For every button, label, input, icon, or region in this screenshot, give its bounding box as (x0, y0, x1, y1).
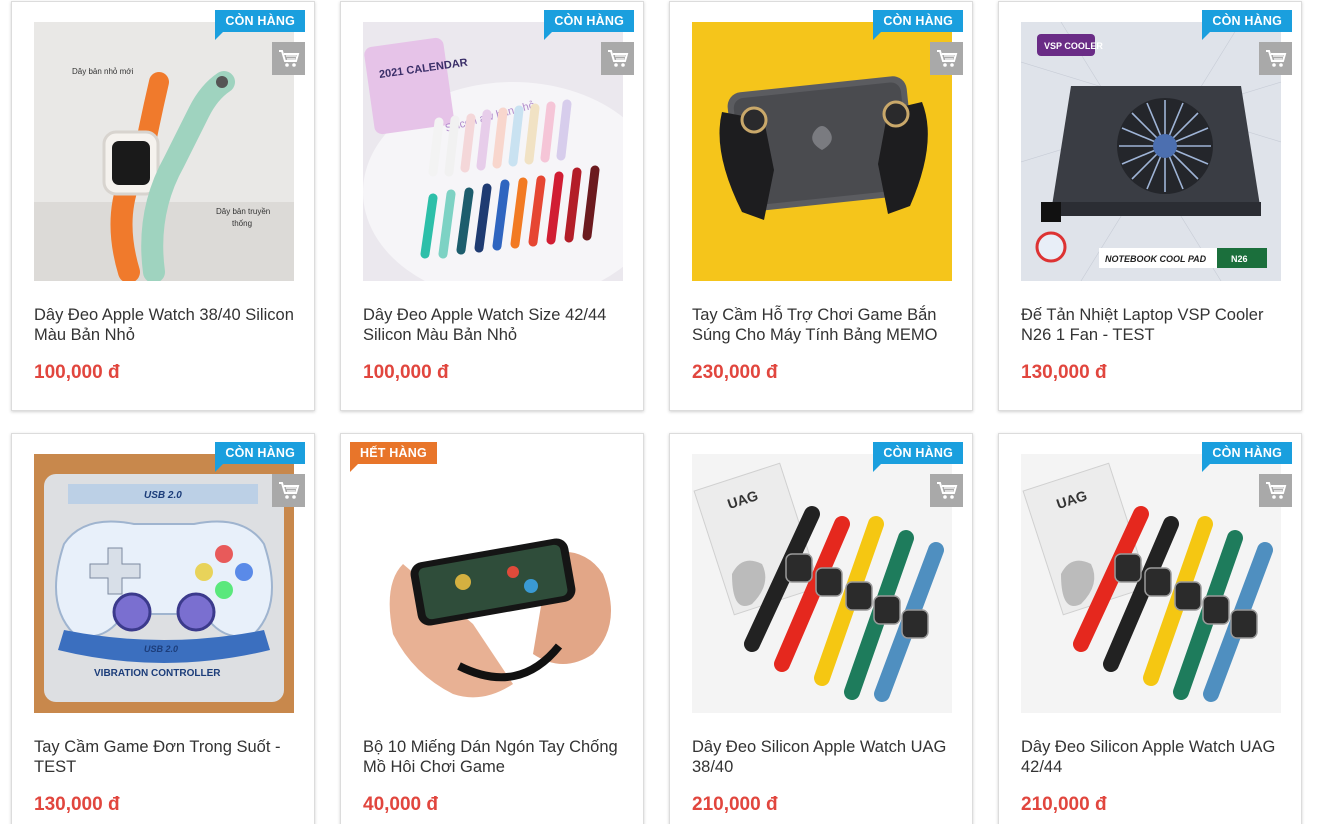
product-card[interactable]: CÒN HÀNG Dây bản nhỏ mới Dây bản truyền … (11, 1, 315, 411)
product-name[interactable]: Dây Đeo Silicon Apple Watch UAG 38/40 (692, 737, 954, 777)
stock-badge: CÒN HÀNG (1202, 442, 1292, 472)
product-image[interactable] (692, 22, 952, 281)
product-name[interactable]: Bộ 10 Miếng Dán Ngón Tay Chống Mồ Hôi Ch… (363, 737, 625, 777)
shopping-cart-icon (278, 49, 299, 67)
shopping-cart-icon (936, 481, 957, 499)
shopping-cart-icon (607, 49, 628, 67)
shopping-cart-icon (1265, 49, 1286, 67)
product-price: 210,000 đ (1021, 794, 1107, 815)
svg-text:USB 2.0: USB 2.0 (144, 490, 182, 501)
add-to-cart-button[interactable] (1259, 42, 1292, 75)
product-card[interactable]: CÒN HÀNG USB 2.0 USB 2.0 VIBRATION CONTR… (11, 433, 315, 824)
add-to-cart-button[interactable] (272, 42, 305, 75)
add-to-cart-button[interactable] (930, 42, 963, 75)
stock-badge: CÒN HÀNG (873, 10, 963, 40)
shopping-cart-icon (1265, 481, 1286, 499)
product-price: 130,000 đ (1021, 362, 1107, 383)
stock-badge: CÒN HÀNG (873, 442, 963, 472)
shopping-cart-icon (278, 481, 299, 499)
product-card[interactable]: CÒN HÀNG 2021 CALENDAR Silicon aw bản nh… (340, 1, 644, 411)
product-image[interactable]: USB 2.0 USB 2.0 VIBRATION CONTROLLER (34, 454, 294, 713)
add-to-cart-button[interactable] (601, 42, 634, 75)
product-name[interactable]: Tay Cầm Game Đơn Trong Suốt - TEST (34, 737, 296, 777)
product-name[interactable]: Đế Tản Nhiệt Laptop VSP Cooler N26 1 Fan… (1021, 305, 1283, 345)
product-price: 100,000 đ (363, 362, 449, 383)
stock-badge: CÒN HÀNG (215, 442, 305, 472)
product-image[interactable]: 2021 CALENDAR Silicon aw bản nhỏ (363, 22, 623, 281)
product-image[interactable]: UAG (1021, 454, 1281, 713)
product-price: 100,000 đ (34, 362, 120, 383)
product-grid: CÒN HÀNG Dây bản nhỏ mới Dây bản truyền … (0, 0, 1322, 824)
product-image[interactable] (363, 454, 623, 713)
product-card[interactable]: CÒN HÀNG VSP COOLER NOTEBOOK COOL PAD N2… (998, 1, 1302, 411)
svg-text:Dây bản truyền: Dây bản truyền (216, 207, 270, 216)
product-name[interactable]: Dây Đeo Silicon Apple Watch UAG 42/44 (1021, 737, 1283, 777)
product-name[interactable]: Dây Đeo Apple Watch 38/40 Silicon Màu Bả… (34, 305, 296, 345)
svg-text:VIBRATION CONTROLLER: VIBRATION CONTROLLER (94, 668, 221, 679)
product-price: 40,000 đ (363, 794, 438, 815)
add-to-cart-button[interactable] (272, 474, 305, 507)
product-image[interactable]: VSP COOLER NOTEBOOK COOL PAD N26 (1021, 22, 1281, 281)
stock-badge: CÒN HÀNG (1202, 10, 1292, 40)
add-to-cart-button[interactable] (930, 474, 963, 507)
product-price: 230,000 đ (692, 362, 778, 383)
product-price: 210,000 đ (692, 794, 778, 815)
product-card[interactable]: CÒN HÀNG Tay Cầm Hỗ Trợ Chơi Game Bắn Sú… (669, 1, 973, 411)
svg-text:NOTEBOOK COOL PAD: NOTEBOOK COOL PAD (1105, 254, 1207, 264)
product-card[interactable]: CÒN HÀNG UAG Dây Đeo Silicon Apple Watch… (669, 433, 973, 824)
add-to-cart-button[interactable] (1259, 474, 1292, 507)
stock-badge: CÒN HÀNG (544, 10, 634, 40)
shopping-cart-icon (936, 49, 957, 67)
product-name[interactable]: Tay Cầm Hỗ Trợ Chơi Game Bắn Súng Cho Má… (692, 305, 954, 345)
product-card[interactable]: CÒN HÀNG UAG Dây Đeo Silicon Apple Watch… (998, 433, 1302, 824)
svg-text:USB 2.0: USB 2.0 (144, 644, 178, 654)
svg-text:thống: thống (232, 219, 252, 228)
image-caption: Dây bản nhỏ mới (72, 67, 134, 76)
product-image[interactable]: UAG (692, 454, 952, 713)
svg-text:N26: N26 (1231, 254, 1248, 264)
svg-text:VSP COOLER: VSP COOLER (1044, 41, 1103, 51)
stock-badge: CÒN HÀNG (215, 10, 305, 40)
product-price: 130,000 đ (34, 794, 120, 815)
product-card[interactable]: HẾT HÀNG Bộ 10 Miếng Dán Ngón Tay Chống … (340, 433, 644, 824)
stock-badge: HẾT HÀNG (350, 442, 437, 472)
product-name[interactable]: Dây Đeo Apple Watch Size 42/44 Silicon M… (363, 305, 625, 345)
product-image[interactable]: Dây bản nhỏ mới Dây bản truyền thống (34, 22, 294, 281)
